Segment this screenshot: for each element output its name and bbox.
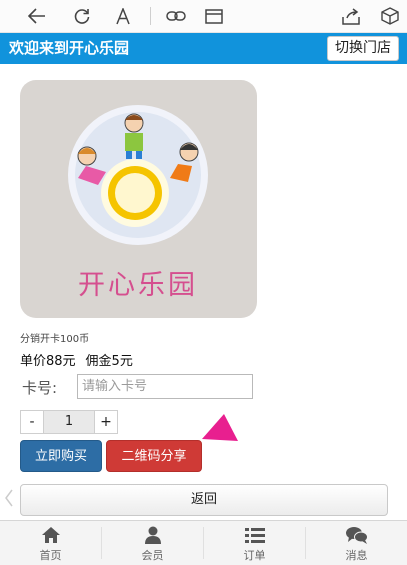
toolbar-separator [150, 7, 151, 25]
commission: 佣金5元 [85, 354, 133, 369]
logo-text: 开心乐园 [78, 270, 198, 301]
chevron-left-icon [5, 489, 13, 507]
chat-icon [345, 525, 368, 545]
sales-label: 分销开卡100币 [20, 334, 90, 345]
quantity-value[interactable]: 1 [44, 410, 94, 434]
link-icon[interactable] [163, 4, 189, 28]
list-icon [244, 525, 266, 545]
price-row: 单价88元 佣金5元 [20, 350, 143, 369]
browser-toolbar [0, 0, 407, 33]
tab-home[interactable]: 首页 [0, 521, 101, 565]
tab-orders[interactable]: 订单 [204, 521, 305, 565]
buy-now-button[interactable]: 立即购买 [20, 440, 102, 472]
tab-member[interactable]: 会员 [102, 521, 203, 565]
quantity-stepper: - 1 + [20, 410, 118, 434]
user-icon [142, 525, 164, 545]
card-number-input[interactable] [77, 374, 253, 399]
unit-price: 单价88元 [20, 354, 76, 369]
refresh-icon[interactable] [69, 4, 95, 28]
switch-store-button[interactable]: 切换门店 [327, 36, 399, 61]
quantity-plus-button[interactable]: + [94, 410, 118, 434]
home-icon [40, 525, 62, 545]
happy-park-logo-icon: 开心乐园 [20, 80, 257, 318]
tab-messages-label: 消息 [345, 549, 368, 562]
tab-orders-label: 订单 [243, 549, 266, 562]
page-header: 欢迎来到开心乐园 切换门店 [0, 33, 407, 64]
tab-home-label: 首页 [39, 549, 62, 562]
bottom-tabbar: 首页 会员 订单 消息 [0, 520, 407, 565]
font-size-icon[interactable] [110, 4, 136, 28]
card-number-label: 卡号: [22, 379, 58, 397]
share-icon[interactable] [338, 4, 364, 28]
arrow-left-icon[interactable] [24, 4, 50, 28]
qr-share-button[interactable]: 二维码分享 [106, 440, 202, 472]
back-button[interactable]: 返回 [20, 484, 388, 516]
pointer-arrow-icon [202, 414, 238, 441]
cube-icon[interactable] [377, 4, 403, 28]
page-title: 欢迎来到开心乐园 [9, 39, 130, 57]
window-icon[interactable] [201, 4, 227, 28]
quantity-minus-button[interactable]: - [20, 410, 44, 434]
tab-messages[interactable]: 消息 [306, 521, 407, 565]
tab-member-label: 会员 [141, 549, 164, 562]
